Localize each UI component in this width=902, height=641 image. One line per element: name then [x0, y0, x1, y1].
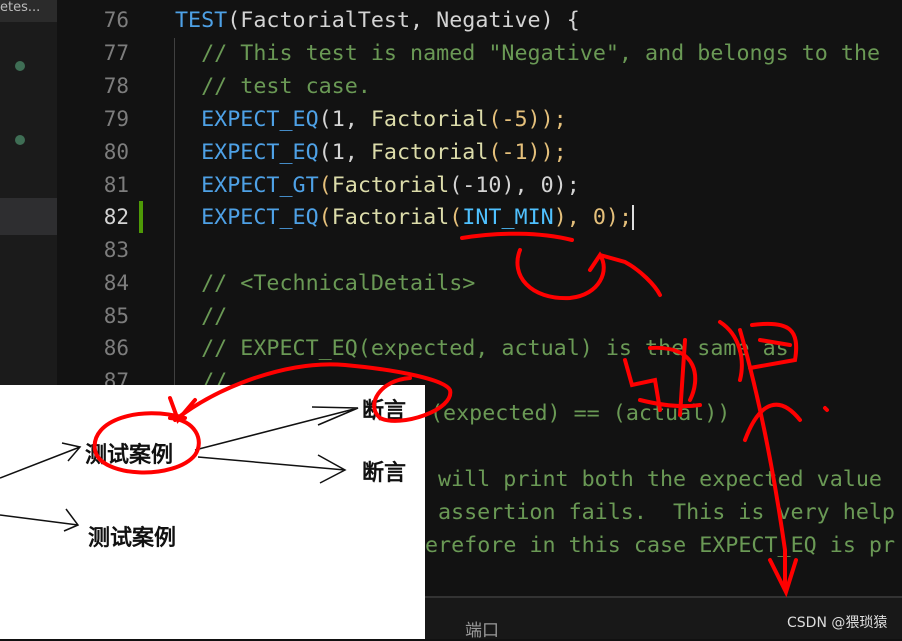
handwritten-text	[623, 338, 702, 417]
circle-mark	[92, 411, 201, 475]
handwritten-text	[718, 320, 829, 442]
red-annotations	[92, 231, 829, 598]
arrow-mark	[738, 328, 798, 598]
underline-mark	[460, 231, 574, 242]
arrow-mark	[173, 362, 453, 423]
arrow-mark	[515, 248, 662, 301]
